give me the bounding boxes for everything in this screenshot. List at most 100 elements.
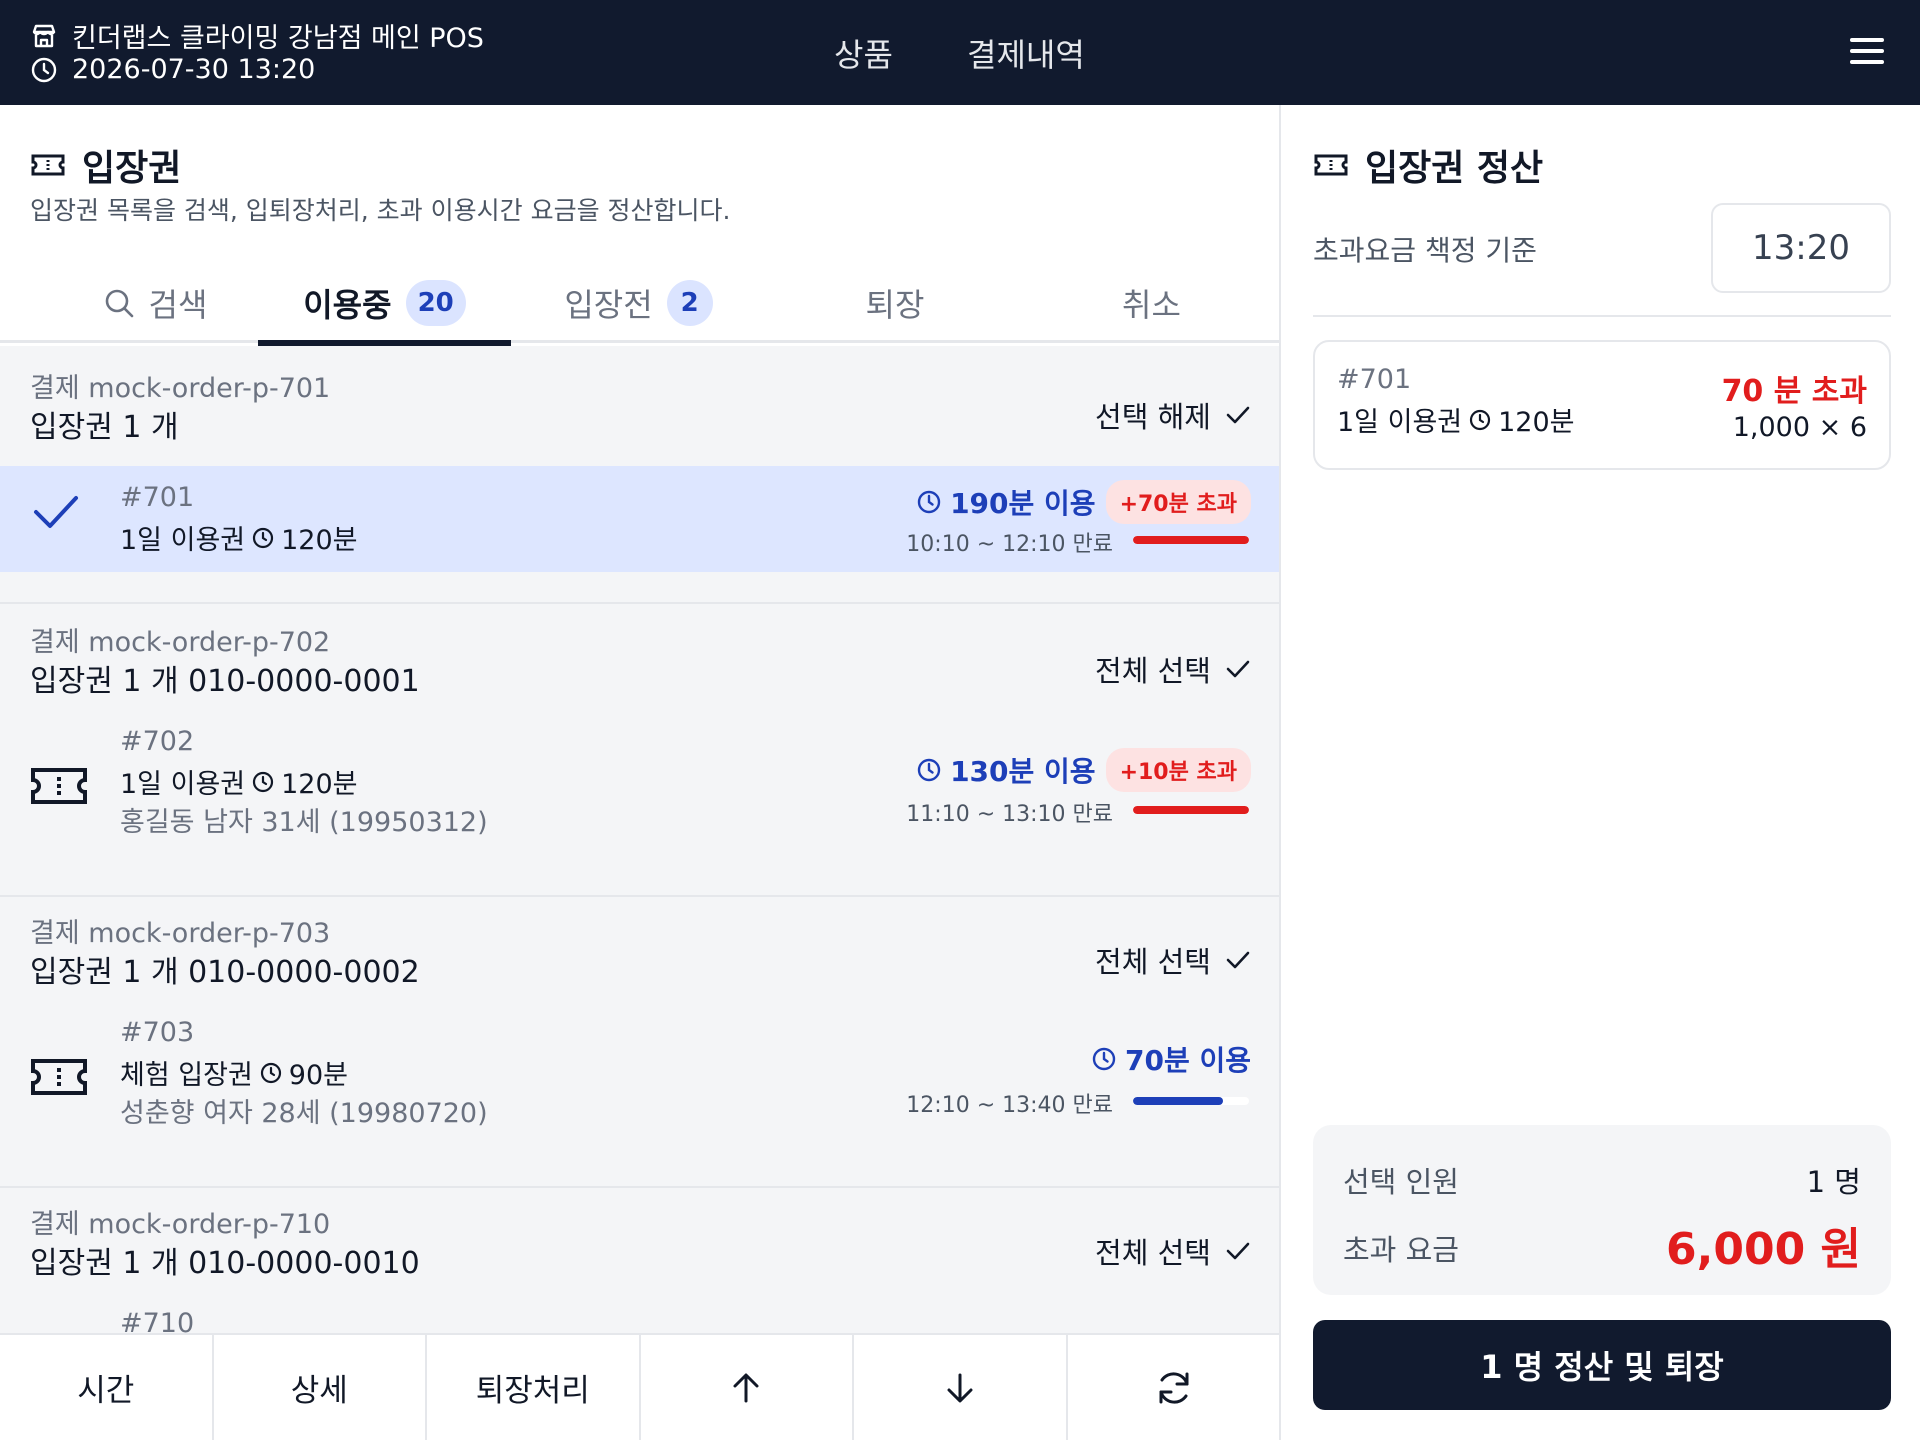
settlement-title: 입장권 정산: [1313, 139, 1543, 191]
clock-icon: [1468, 408, 1492, 432]
tab-label: 이용중: [303, 286, 392, 324]
order-summary: 입장권 1 개: [30, 410, 179, 445]
product-duration: 120분: [1498, 407, 1575, 438]
checkmark-icon: [30, 490, 82, 534]
tab-exited[interactable]: 퇴장: [766, 263, 1024, 343]
select-all-button[interactable]: 전체 선택: [1095, 939, 1251, 981]
settlement-panel: 입장권 정산 초과요금 책정 기준 13:20 #701 1일 이용권 120분…: [1283, 105, 1920, 1440]
tab-search[interactable]: 검색: [50, 263, 260, 343]
people-label: 선택 인원: [1343, 1165, 1459, 1199]
menu-icon[interactable]: [1850, 34, 1886, 68]
ticket-row[interactable]: #701 1일 이용권 120분 190분 이용 +70분 초과 10:10 ~…: [0, 466, 1279, 572]
basis-time-input[interactable]: 13:20: [1711, 203, 1891, 293]
divider: [1313, 315, 1891, 317]
ticket-product: 1일 이용권 120분: [120, 762, 358, 801]
order-group-header: 결제 mock-order-p-710 입장권 1 개 010-0000-001…: [0, 1182, 1279, 1302]
usage-progress-bar: [1133, 536, 1249, 544]
ticket-row[interactable]: #702 1일 이용권 120분 홍길동 남자 31세 (19950312) 1…: [0, 720, 1279, 895]
tab-label: 입장전: [564, 286, 653, 324]
deselect-all-button[interactable]: 선택 해제: [1095, 394, 1251, 436]
checkout-button[interactable]: 퇴장처리: [427, 1335, 641, 1440]
tab-label: 취소: [1122, 286, 1181, 324]
ticket-number: #710: [120, 1308, 195, 1336]
clock-icon: [251, 770, 275, 794]
people-value: 1 명: [1806, 1165, 1861, 1199]
select-all-button[interactable]: 전체 선택: [1095, 648, 1251, 690]
ticket-product: 1일 이용권 120분: [120, 518, 358, 557]
settle-and-checkout-button[interactable]: 1 명 정산 및 퇴장: [1313, 1320, 1891, 1410]
tab-in-use[interactable]: 이용중 20: [258, 263, 511, 346]
select-all-button[interactable]: 전체 선택: [1095, 1230, 1251, 1272]
order-group: 결제 mock-order-p-703 입장권 1 개 010-0000-000…: [0, 891, 1279, 1188]
ticket-list-panel: 입장권 입장권 목록을 검색, 입퇴장처리, 초과 이용시간 요금을 정산합니다…: [0, 105, 1281, 1440]
time-button[interactable]: 시간: [0, 1335, 214, 1440]
tab-count-badge: 20: [405, 280, 466, 326]
usage-status: 70분 이용: [1091, 1039, 1251, 1079]
search-icon: [103, 287, 135, 319]
ticket-row[interactable]: #703 체험 입장권 90분 성춘향 여자 28세 (19980720) 70…: [0, 1011, 1279, 1186]
nav-payment-history[interactable]: 결제내역: [967, 0, 1085, 105]
scroll-up-button[interactable]: [641, 1335, 854, 1440]
ticket-owner: 성춘향 여자 28세 (19980720): [120, 1098, 488, 1129]
usage-progress-bar: [1133, 1097, 1249, 1105]
order-group: 결제 mock-order-p-701 입장권 1 개 선택 해제 #701 1…: [0, 346, 1279, 604]
ticket-icon: [30, 153, 66, 177]
settlement-title-text: 입장권 정산: [1365, 148, 1544, 189]
detail-button[interactable]: 상세: [214, 1335, 427, 1440]
product-name: 1일 이용권: [120, 525, 246, 556]
order-group-header: 결제 mock-order-p-703 입장권 1 개 010-0000-000…: [0, 891, 1279, 1011]
tab-cancelled[interactable]: 취소: [1024, 263, 1279, 343]
page-subtitle: 입장권 목록을 검색, 입퇴장처리, 초과 이용시간 요금을 정산합니다.: [30, 196, 731, 225]
tab-before-entry[interactable]: 입장전 2: [511, 263, 766, 343]
usage-time: 130분 이용: [916, 750, 1096, 790]
clock-icon: [251, 526, 275, 550]
usage-progress-fill: [1133, 1097, 1224, 1105]
order-group: 결제 mock-order-p-710 입장권 1 개 010-0000-001…: [0, 1182, 1279, 1336]
check-icon: [1225, 949, 1251, 971]
usage-status: 190분 이용 +70분 초과: [916, 480, 1251, 524]
payment-id: 결제 mock-order-p-702: [30, 627, 331, 658]
ticket-icon: [1313, 153, 1349, 177]
validity-range: 12:10 ~ 13:40 만료: [906, 1093, 1113, 1118]
ticket-list[interactable]: 결제 mock-order-p-701 입장권 1 개 선택 해제 #701 1…: [0, 346, 1279, 1336]
product-name: 1일 이용권: [1337, 407, 1463, 438]
overtime-text: 70 분 초과: [1721, 374, 1867, 409]
arrow-up-icon: [729, 1371, 763, 1405]
usage-status: 130분 이용 +10분 초과: [916, 748, 1251, 792]
check-icon: [1225, 658, 1251, 680]
page-title-text: 입장권: [82, 148, 182, 189]
order-group-header: 결제 mock-order-p-702 입장권 1 개 010-0000-000…: [0, 600, 1279, 720]
check-icon: [1225, 404, 1251, 426]
refresh-button[interactable]: [1068, 1335, 1280, 1440]
refresh-icon: [1154, 1368, 1194, 1408]
overtime-badge: +10분 초과: [1105, 748, 1251, 792]
product-duration: 120분: [281, 525, 358, 556]
clock-icon: [30, 56, 58, 84]
arrow-down-icon: [943, 1371, 977, 1405]
product-duration: 120분: [281, 769, 358, 800]
tab-count-badge: 2: [666, 280, 713, 326]
ticket-number: #702: [120, 726, 195, 757]
order-summary: 입장권 1 개 010-0000-0010: [30, 1246, 420, 1281]
usage-progress-fill: [1133, 806, 1249, 814]
order-summary: 입장권 1 개 010-0000-0002: [30, 955, 420, 990]
select-label: 전체 선택: [1095, 654, 1211, 688]
usage-progress-bar: [1133, 806, 1249, 814]
select-label: 선택 해제: [1095, 400, 1211, 434]
overtime-badge: +70분 초과: [1105, 480, 1251, 524]
store-icon: [30, 22, 58, 50]
settlement-item-card[interactable]: #701 1일 이용권 120분 70 분 초과 1,000 × 6: [1313, 340, 1891, 470]
scroll-down-button[interactable]: [854, 1335, 1068, 1440]
order-group-header: 결제 mock-order-p-701 입장권 1 개 선택 해제: [0, 346, 1279, 466]
nav-products[interactable]: 상품: [834, 0, 893, 105]
usage-progress-fill: [1133, 536, 1249, 544]
check-icon: [1225, 1240, 1251, 1262]
clock-icon: [916, 489, 942, 515]
validity-range: 11:10 ~ 13:10 만료: [906, 802, 1113, 827]
ticket-row[interactable]: #710: [0, 1302, 1279, 1336]
ticket-product: 1일 이용권 120분: [1337, 400, 1575, 439]
clock-icon: [1091, 1046, 1117, 1072]
basis-label: 초과요금 책정 기준: [1313, 234, 1537, 267]
ticket-owner: 홍길동 남자 31세 (19950312): [120, 807, 488, 838]
clock-icon: [916, 757, 942, 783]
